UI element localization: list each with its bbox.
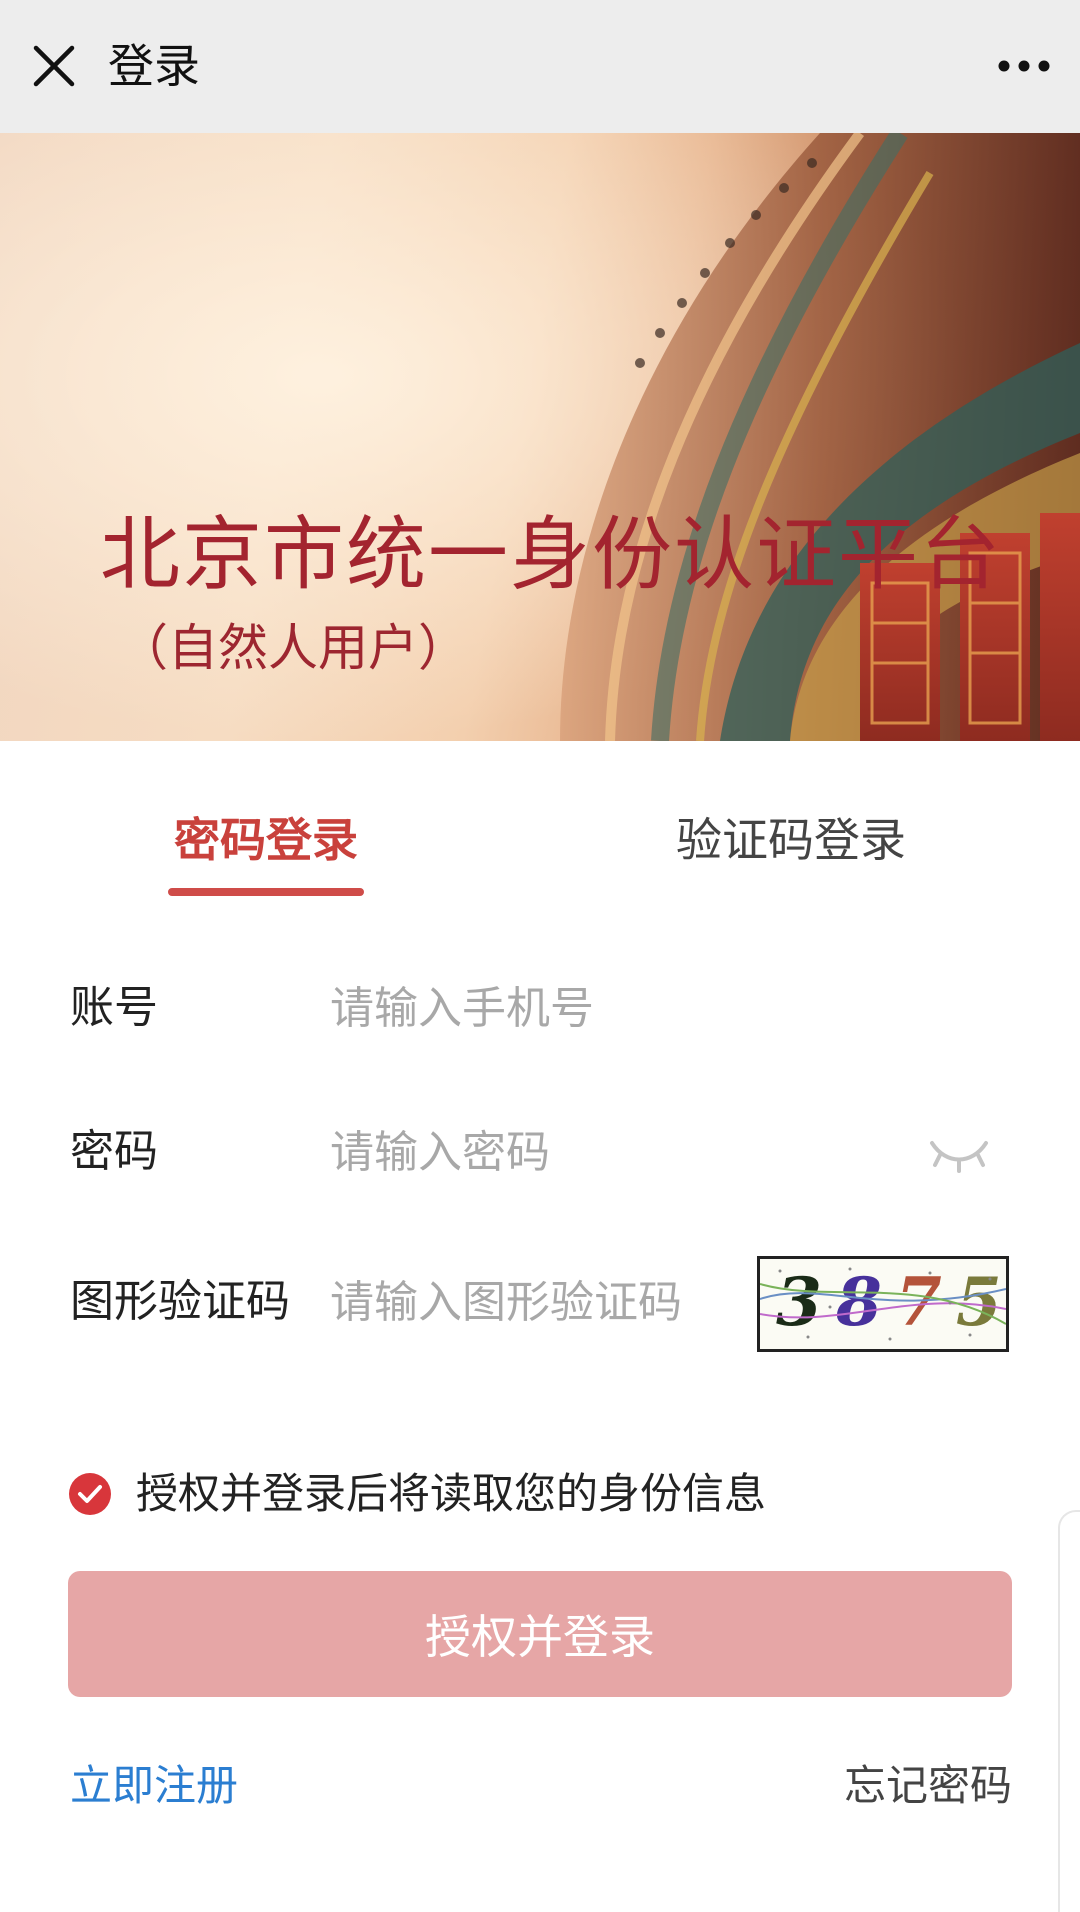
- check-circle-icon: [69, 1473, 111, 1515]
- banner-title: 北京市统一身份认证平台: [100, 508, 1002, 601]
- page-title: 登录: [108, 39, 200, 93]
- captcha-image[interactable]: 3875: [757, 1256, 1009, 1352]
- captcha-input[interactable]: [330, 1272, 740, 1332]
- tab-sms-login[interactable]: 验证码登录: [676, 800, 906, 880]
- close-icon[interactable]: [28, 40, 80, 92]
- register-link[interactable]: 立即注册: [70, 1756, 238, 1816]
- forgot-password-link[interactable]: 忘记密码: [844, 1756, 1012, 1816]
- top-bar: 登录: [0, 0, 1080, 133]
- consent-checkbox[interactable]: [68, 1472, 112, 1516]
- account-input[interactable]: [330, 978, 970, 1038]
- eye-closed-icon[interactable]: [926, 1135, 992, 1175]
- captcha-noise: [760, 1267, 1006, 1341]
- account-label: 账号: [70, 982, 158, 1033]
- banner: 北京市统一身份认证平台 （自然人用户）: [0, 133, 1080, 741]
- password-label: 密码: [70, 1126, 158, 1177]
- tab-active-indicator: [168, 888, 364, 896]
- authorize-login-button[interactable]: 授权并登录: [68, 1571, 1012, 1697]
- banner-subtitle: （自然人用户）: [118, 619, 468, 677]
- edge-divider: [1058, 1510, 1080, 1912]
- more-dots-icon[interactable]: [994, 40, 1054, 92]
- consent-text: 授权并登录后将读取您的身份信息: [136, 1469, 767, 1518]
- password-input[interactable]: [330, 1122, 890, 1182]
- tab-password-login[interactable]: 密码登录: [168, 800, 364, 880]
- captcha-label: 图形验证码: [70, 1276, 290, 1327]
